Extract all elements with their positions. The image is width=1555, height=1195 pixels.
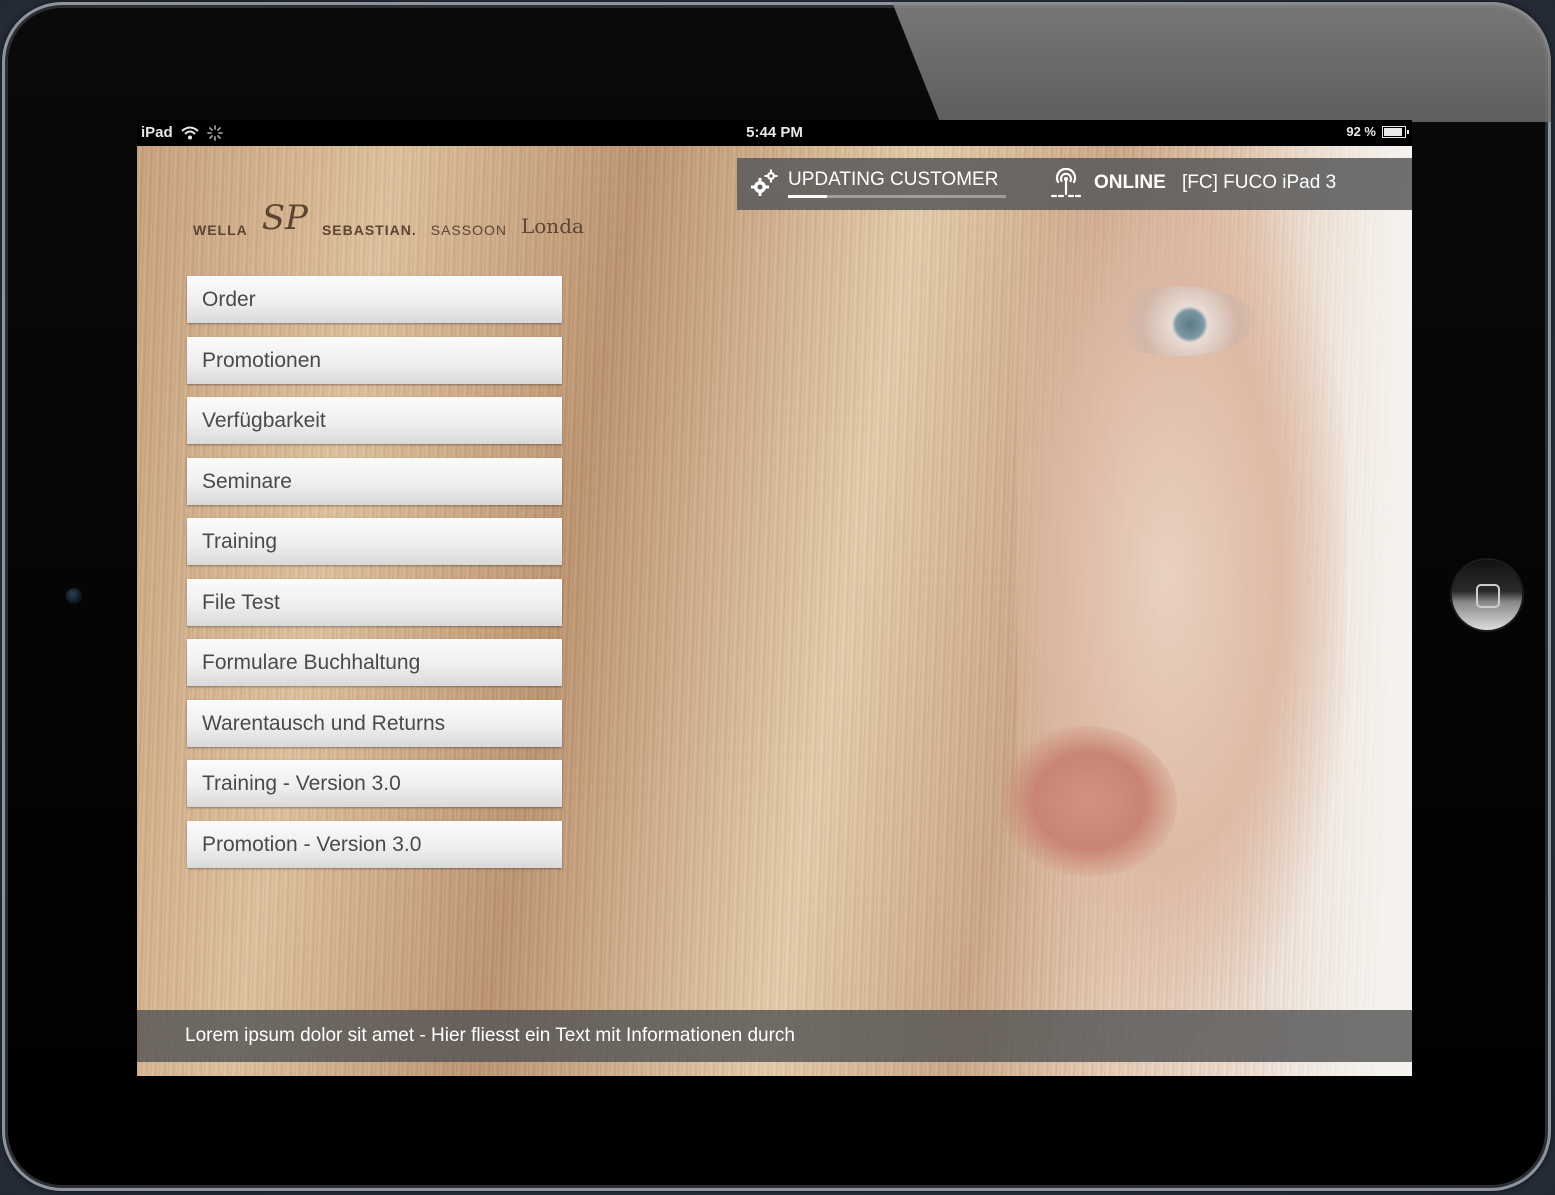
home-button[interactable] bbox=[1452, 560, 1522, 630]
brand-logos: WELLA SP SEBASTIAN. SASSOON Londa bbox=[193, 176, 584, 238]
device-label: [FC] FUCO iPad 3 bbox=[1182, 172, 1337, 193]
menu-item-training[interactable]: Training bbox=[187, 518, 562, 565]
connection-status: ONLINE bbox=[1094, 172, 1166, 193]
antenna-icon bbox=[1050, 168, 1082, 198]
logo-sp: SP bbox=[261, 198, 308, 238]
sync-progress-bar bbox=[788, 195, 1006, 198]
sync-progress-fill bbox=[788, 195, 828, 198]
battery-percent: 92 % bbox=[1346, 124, 1376, 139]
gears-icon bbox=[751, 169, 778, 196]
menu-item-warentausch-returns[interactable]: Warentausch und Returns bbox=[187, 699, 562, 747]
logo-wella: WELLA bbox=[193, 222, 248, 238]
menu-item-promotion-v3[interactable]: Promotion - Version 3.0 bbox=[187, 820, 562, 868]
camera-icon bbox=[66, 588, 82, 604]
menu-item-formulare-buchhaltung[interactable]: Formulare Buchhaltung bbox=[187, 639, 562, 686]
status-time: 5:44 PM bbox=[746, 124, 803, 141]
background-photo-eye bbox=[1097, 286, 1257, 356]
screen: iPad 5:44 PM 92 % WELLA SP SEBASTIAN. SA… bbox=[137, 120, 1412, 1076]
news-ticker: Lorem ipsum dolor sit amet - Hier fliess… bbox=[137, 1010, 1412, 1062]
menu-item-order[interactable]: Order bbox=[187, 276, 562, 323]
menu-item-promotionen[interactable]: Promotionen bbox=[187, 336, 562, 384]
battery-fill bbox=[1384, 127, 1403, 136]
logo-sebastian: SEBASTIAN. bbox=[321, 222, 417, 238]
menu-item-seminare[interactable]: Seminare bbox=[187, 457, 562, 505]
logo-sassoon: SASSOON bbox=[430, 222, 507, 238]
sync-status-label: UPDATING CUSTOMER bbox=[788, 169, 999, 190]
menu-item-training-v3[interactable]: Training - Version 3.0 bbox=[187, 760, 562, 807]
home-square-icon bbox=[1476, 584, 1500, 608]
menu-item-verfuegbarkeit[interactable]: Verfügbarkeit bbox=[187, 397, 562, 444]
menu-item-file-test[interactable]: File Test bbox=[187, 578, 562, 626]
ticker-text: Lorem ipsum dolor sit amet - Hier fliess… bbox=[185, 1025, 795, 1046]
bezel-glare bbox=[892, 2, 1551, 122]
main-menu: Order Promotionen Verfügbarkeit Seminare… bbox=[187, 276, 562, 881]
sync-status-bar: UPDATING CUSTOMER ONLINE [FC] FUCO iPad … bbox=[737, 158, 1412, 210]
battery-icon bbox=[1382, 125, 1409, 138]
logo-londa: Londa bbox=[520, 214, 584, 238]
app-view: WELLA SP SEBASTIAN. SASSOON Londa Order … bbox=[137, 146, 1412, 1076]
status-bar: iPad 5:44 PM 92 % bbox=[137, 120, 1412, 146]
